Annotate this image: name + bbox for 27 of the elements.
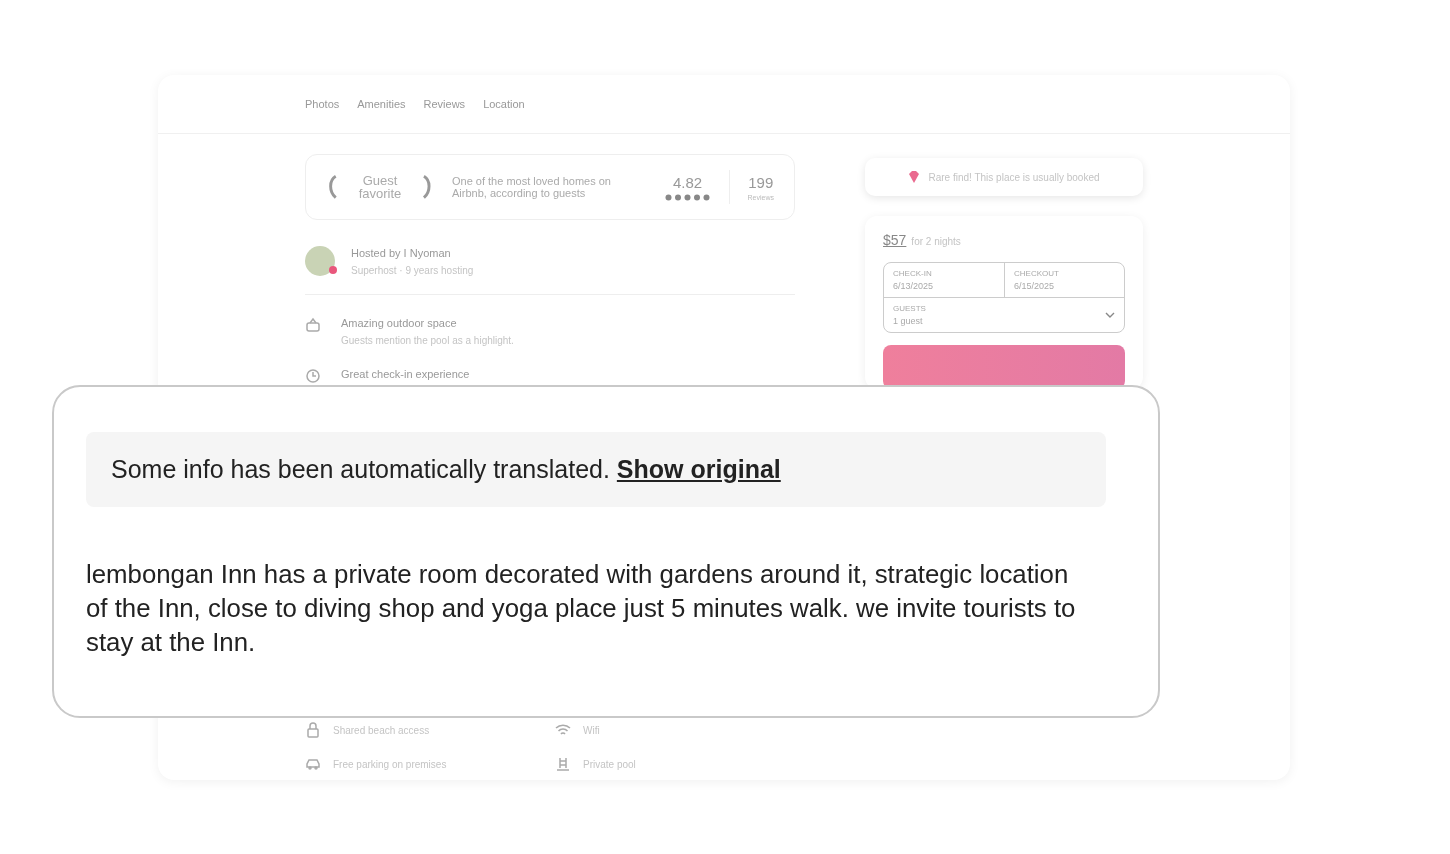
listing-description: lembongan Inn has a private room decorated with gardens around it, strategic location of the Inn, close to diving shop and yoga place just 5 minutes walk. we invite tourists to stay at the Inn.: [86, 559, 1077, 658]
highlight-title: Amazing outdoor space: [341, 317, 458, 329]
price: $57: [883, 232, 907, 248]
amenity-label: Shared beach access: [333, 724, 430, 736]
car-icon: [305, 756, 321, 772]
nav-link[interactable]: Location: [483, 98, 525, 110]
guest-favorite-description: One of the most loved homes on Airbnb, according to guests: [452, 175, 612, 199]
diamond-icon: [908, 170, 921, 184]
check-in-field[interactable]: CHECK-IN 6/13/2025: [884, 263, 1004, 297]
nav-link[interactable]: Amenities: [357, 98, 406, 110]
show-original-link[interactable]: Show original: [616, 455, 781, 483]
pool-icon: [555, 756, 571, 772]
guest-favorite-label: Guest favorite: [357, 174, 403, 200]
host-name: Hosted by I Nyoman: [351, 246, 452, 259]
nav-link[interactable]: Photos: [305, 98, 340, 110]
highlight-title: Great check-in experience: [341, 368, 470, 380]
guests-field[interactable]: GUESTS 1 guest: [884, 297, 1124, 332]
rating: 4.82: [672, 173, 703, 191]
host-avatar: [305, 246, 335, 276]
amenity-label: Wifi: [583, 724, 600, 736]
lock-icon: [305, 722, 321, 738]
laurel-icon: [326, 174, 338, 200]
checkout-field[interactable]: CHECKOUT 6/15/2025: [1004, 263, 1124, 297]
reviews-count: 199: [748, 173, 774, 191]
translation-notice: Some info has been automatically translated. Show original: [111, 455, 781, 484]
chevron-down-icon: [1105, 312, 1115, 318]
nav-link[interactable]: Reviews: [423, 98, 466, 110]
